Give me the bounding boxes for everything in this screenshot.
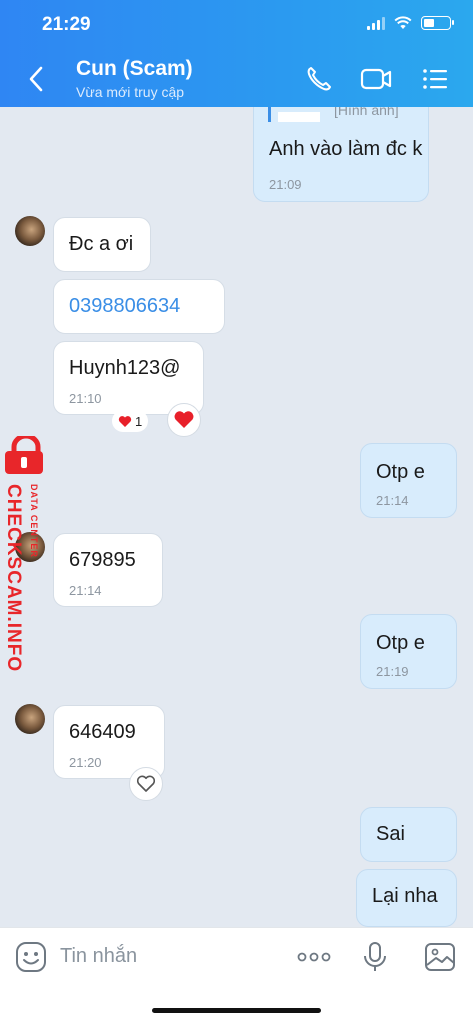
avatar[interactable] [15, 704, 45, 734]
message-text: Huynh123@ [69, 357, 181, 379]
call-button[interactable] [302, 62, 336, 96]
message-bubble-incoming[interactable]: Đc a ơi [53, 217, 151, 272]
quote-preview: [Hình ảnh] [334, 107, 399, 118]
message-text: Đc a ơi [69, 233, 134, 255]
image-button[interactable] [423, 940, 457, 974]
more-button[interactable] [296, 940, 331, 974]
reaction-count: 1 [135, 413, 143, 429]
message-bubble-outgoing[interactable]: Lại nha [356, 869, 457, 927]
message-text: 679895 [69, 549, 136, 571]
message-text: Lại nha [372, 885, 438, 907]
wifi-icon [394, 16, 412, 29]
message-time: 21:14 [376, 493, 409, 508]
battery-icon [421, 16, 454, 30]
message-text: 646409 [69, 721, 136, 743]
message-input[interactable]: Tin nhắn [60, 945, 137, 968]
more-dots-icon [297, 952, 331, 962]
message-time: 21:14 [69, 583, 102, 598]
reaction-summary[interactable]: 1 [112, 410, 149, 432]
quote-bar [268, 107, 271, 122]
message-time: 21:10 [69, 391, 102, 406]
watermark: CHECKSCAM.INFO DATA CENTER [0, 436, 52, 676]
emoji-icon [16, 942, 46, 972]
watermark-subtext: DATA CENTER [29, 484, 39, 558]
message-bubble-outgoing[interactable]: Otp e 21:14 [360, 443, 457, 518]
message-bubble-outgoing[interactable]: Sai [360, 807, 457, 862]
message-time: 21:20 [69, 755, 102, 770]
message-bubble-outgoing[interactable]: [Hình ảnh] Anh vào làm đc k 21:09 [253, 107, 429, 202]
phone-number-link[interactable]: 0398806634 [69, 295, 180, 318]
status-time: 21:29 [42, 14, 91, 35]
message-text: Sai [376, 823, 405, 845]
react-button[interactable] [129, 767, 163, 801]
menu-button[interactable] [418, 62, 452, 96]
home-indicator [152, 1008, 321, 1013]
quote-thumbnail [278, 112, 320, 122]
voice-button[interactable] [358, 940, 392, 974]
react-button[interactable] [167, 403, 201, 437]
image-icon [425, 943, 455, 971]
list-menu-icon [423, 69, 447, 89]
message-text: Anh vào làm đc k [269, 138, 423, 160]
message-time: 21:19 [376, 664, 409, 679]
chevron-left-icon [29, 66, 43, 92]
watermark-text: CHECKSCAM.INFO [3, 484, 24, 673]
padlock-icon [5, 436, 43, 474]
heart-outline-icon [136, 775, 156, 792]
message-time: 21:09 [269, 177, 302, 192]
emoji-button[interactable] [14, 940, 48, 974]
video-camera-icon [360, 68, 392, 90]
video-call-button[interactable] [358, 62, 392, 96]
heart-icon [118, 415, 132, 427]
message-bubble-outgoing[interactable]: Otp e 21:19 [360, 614, 457, 689]
contact-status: Vừa mới truy cập [76, 84, 185, 100]
message-bubble-incoming[interactable]: 0398806634 [53, 279, 225, 334]
heart-icon [174, 411, 194, 428]
back-button[interactable] [22, 62, 52, 96]
message-text: Otp e [376, 461, 425, 483]
message-list[interactable]: [Hình ảnh] Anh vào làm đc k 21:09 Đc a ơ… [0, 107, 473, 927]
contact-name[interactable]: Cun (Scam) [76, 57, 193, 81]
status-icons [367, 16, 454, 30]
cellular-signal-icon [367, 16, 385, 30]
chat-header: 21:29 Cun (Scam) Vừa mới truy cập [0, 0, 473, 107]
phone-icon [307, 67, 331, 91]
message-bubble-incoming[interactable]: 679895 21:14 [53, 533, 163, 607]
microphone-icon [364, 942, 386, 971]
message-text: Otp e [376, 632, 425, 654]
avatar[interactable] [15, 216, 45, 246]
